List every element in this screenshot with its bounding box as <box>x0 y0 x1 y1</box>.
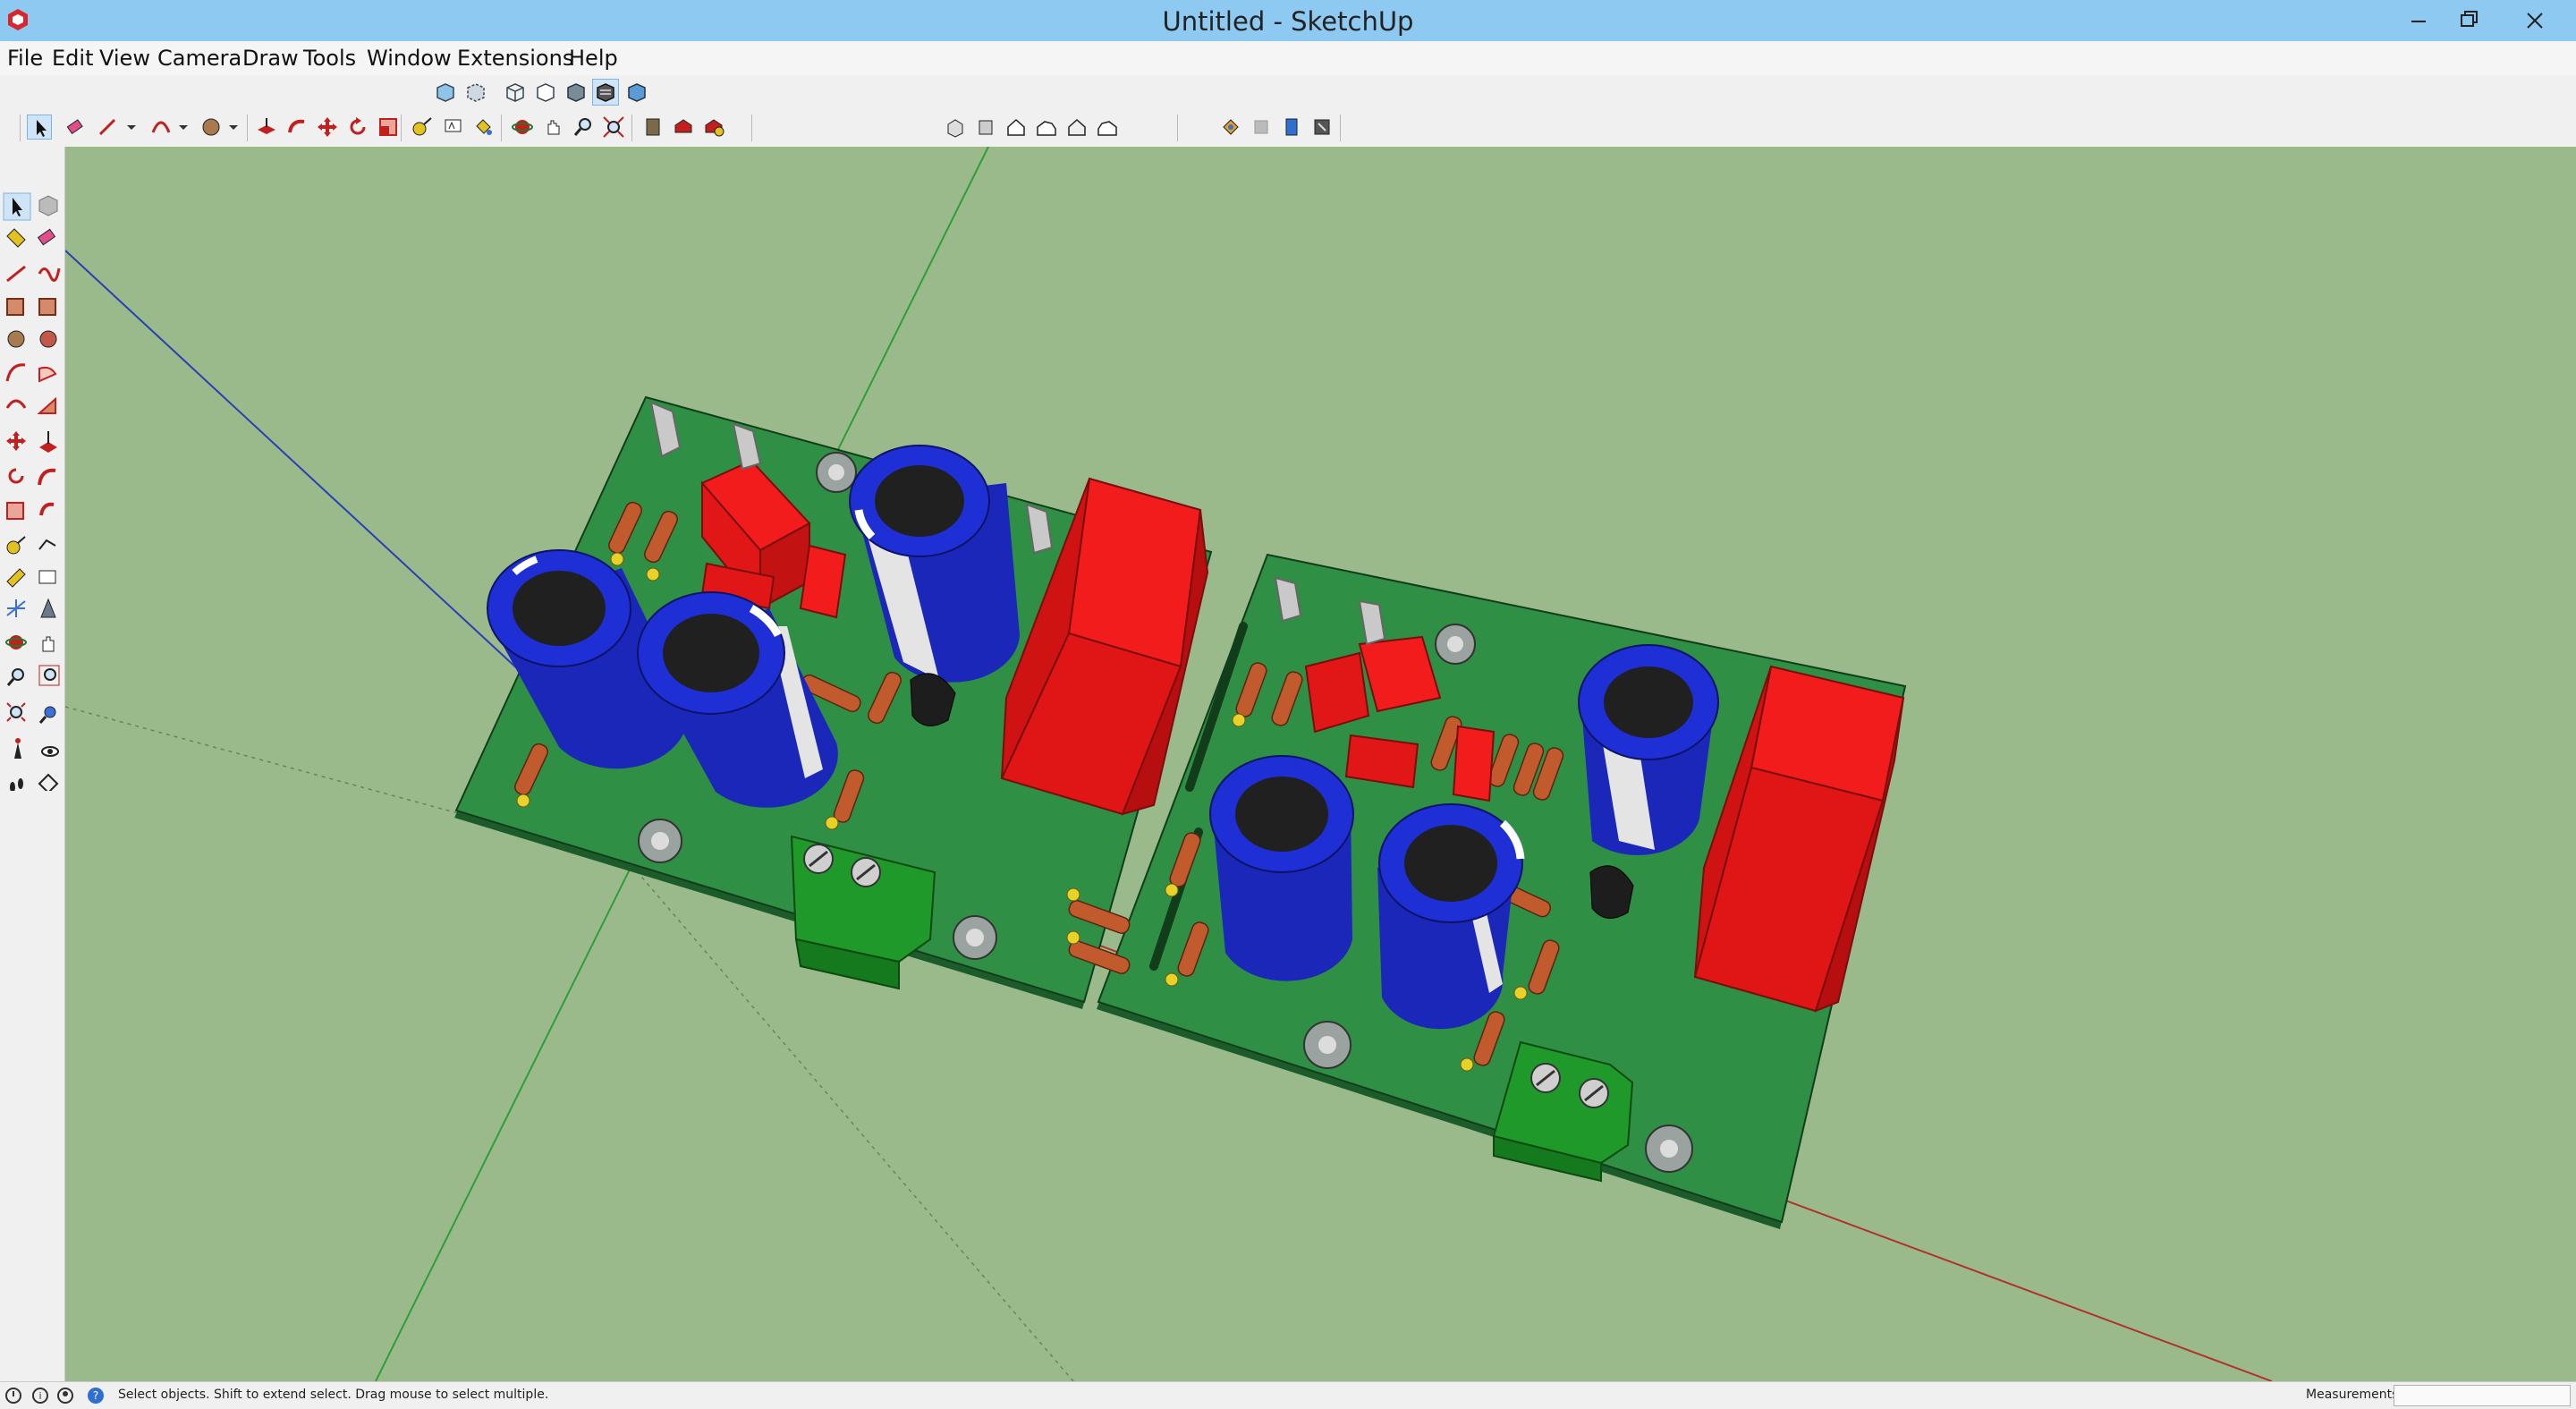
help-icon[interactable]: ? <box>86 1386 106 1405</box>
toolbar-separator <box>501 115 502 141</box>
hidden-line-icon[interactable] <box>533 80 558 105</box>
left-tool-palette <box>0 147 65 1381</box>
close-icon <box>2527 13 2543 29</box>
eraser-icon[interactable] <box>63 115 88 140</box>
front-view-icon[interactable] <box>1004 115 1029 140</box>
components-icon[interactable] <box>640 115 665 140</box>
scale-icon[interactable] <box>376 115 401 140</box>
toolbar-separator <box>1177 115 1178 141</box>
restore-icon <box>2461 11 2478 27</box>
toolbar-separator <box>631 115 632 141</box>
shaded-icon[interactable] <box>564 80 589 105</box>
menu-window[interactable]: Window <box>367 41 452 75</box>
select-icon[interactable] <box>27 115 52 140</box>
modeling-viewport[interactable] <box>65 147 2576 1381</box>
section-plane-icon[interactable] <box>1218 115 1243 140</box>
styles-toolbar <box>0 75 2576 109</box>
menu-help[interactable]: Help <box>569 41 618 75</box>
section-display-icon[interactable] <box>1249 115 1274 140</box>
window-title: Untitled - SketchUp <box>1162 6 1414 37</box>
back-view-icon[interactable] <box>1064 115 1089 140</box>
svg-text:?: ? <box>93 1389 98 1402</box>
close-button[interactable] <box>2494 0 2576 41</box>
measurements-input[interactable] <box>2394 1385 2571 1406</box>
measurements-label: Measurements <box>2306 1388 2399 1402</box>
xray-icon[interactable] <box>433 80 458 105</box>
toolbar-separator <box>401 115 402 141</box>
back-edges-icon[interactable] <box>463 80 488 105</box>
text-icon[interactable] <box>440 115 465 140</box>
menu-tools[interactable]: Tools <box>303 41 356 75</box>
status-bar: i ? Select objects. Shift to extend sele… <box>0 1381 2576 1409</box>
minimize-icon <box>2411 21 2426 22</box>
geolocation-icon[interactable] <box>4 1386 23 1405</box>
section-fill-icon[interactable] <box>1309 115 1335 140</box>
menu-file[interactable]: File <box>7 41 43 75</box>
restore-button[interactable] <box>2444 0 2494 41</box>
chevron-down-icon[interactable] <box>125 115 150 140</box>
tape-measure-icon[interactable] <box>410 115 435 140</box>
menu-camera[interactable]: Camera <box>157 41 242 75</box>
3d-warehouse-icon[interactable] <box>671 115 696 140</box>
extension-warehouse-icon[interactable] <box>701 115 726 140</box>
main-toolbar <box>0 109 2576 148</box>
left-view-icon[interactable] <box>1095 115 1120 140</box>
chevron-down-icon[interactable] <box>227 115 252 140</box>
top-view-icon[interactable] <box>973 115 998 140</box>
title-bar: Untitled - SketchUp <box>0 0 2576 41</box>
toolbar-separator <box>1340 115 1341 141</box>
paint-bucket-icon[interactable] <box>470 115 496 140</box>
toolbar-separator <box>751 115 752 141</box>
svg-text:i: i <box>38 1390 41 1402</box>
left-tool-icons <box>3 192 61 794</box>
monochrome-icon[interactable] <box>624 80 649 105</box>
move-icon[interactable] <box>315 115 340 140</box>
menu-edit[interactable]: Edit <box>52 41 93 75</box>
right-view-icon[interactable] <box>1034 115 1059 140</box>
menu-bar: File Edit View Camera Draw Tools Window … <box>0 41 2576 75</box>
wireframe-icon[interactable] <box>503 80 528 105</box>
pcb-model-scene <box>65 147 2273 1381</box>
zoom-extents-icon[interactable] <box>601 115 626 140</box>
menu-extensions[interactable]: Extensions <box>457 41 573 75</box>
credits-icon[interactable]: i <box>30 1386 50 1405</box>
iso-view-icon[interactable] <box>943 115 968 140</box>
menu-view[interactable]: View <box>99 41 150 75</box>
push-pull-icon[interactable] <box>254 115 279 140</box>
status-hint: Select objects. Shift to extend select. … <box>118 1388 549 1402</box>
line-icon[interactable] <box>95 115 120 140</box>
toolbar-grip <box>20 115 21 141</box>
arc-icon[interactable] <box>148 115 174 140</box>
rotate-icon[interactable] <box>345 115 370 140</box>
orbit-icon[interactable] <box>510 115 535 140</box>
follow-me-icon[interactable] <box>284 115 309 140</box>
menu-draw[interactable]: Draw <box>242 41 299 75</box>
zoom-icon[interactable] <box>571 115 596 140</box>
minimize-button[interactable] <box>2394 0 2444 41</box>
shaded-with-textures-icon[interactable] <box>592 79 619 106</box>
user-icon[interactable] <box>55 1386 75 1405</box>
toolbar-separator <box>247 115 248 141</box>
shapes-icon[interactable] <box>199 115 224 140</box>
pan-icon[interactable] <box>540 115 565 140</box>
section-cut-icon[interactable] <box>1279 115 1304 140</box>
